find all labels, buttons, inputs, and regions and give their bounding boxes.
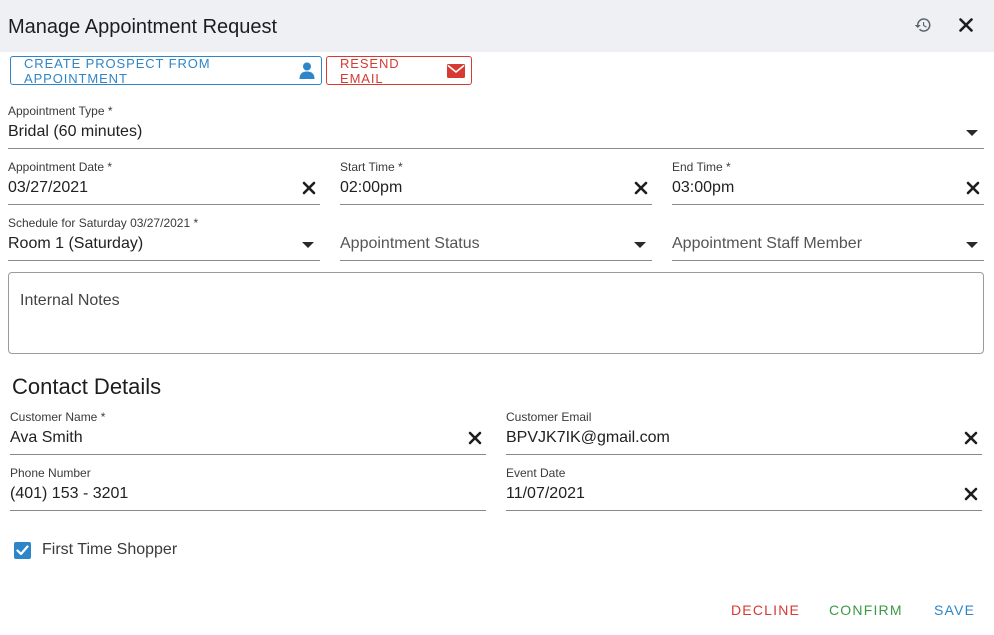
customer-email-field[interactable]: Customer Email BPVJK7IK@gmail.com: [506, 410, 982, 455]
clear-icon[interactable]: [964, 431, 978, 445]
schedule-select[interactable]: Schedule for Saturday 03/27/2021 * Room …: [8, 216, 320, 261]
create-prospect-label: CREATE PROSPECT FROM APPOINTMENT: [24, 55, 211, 86]
save-button[interactable]: SAVE: [934, 602, 975, 618]
staff-member-placeholder: Appointment Staff Member: [672, 235, 863, 252]
customer-name-field[interactable]: Customer Name * Ava Smith: [10, 410, 486, 455]
dialog-title: Manage Appointment Request: [8, 16, 278, 38]
customer-email-value: BPVJK7IK@gmail.com: [506, 429, 670, 446]
appointment-status-select[interactable]: Appointment Status: [340, 216, 652, 261]
first-time-shopper-label[interactable]: First Time Shopper: [42, 541, 177, 559]
end-time-field[interactable]: End Time * 03:00pm: [672, 160, 984, 205]
resend-email-button[interactable]: RESEND EMAIL: [326, 55, 472, 86]
envelope-icon: [447, 63, 465, 78]
end-time-label: End Time *: [672, 160, 731, 174]
appointment-status-placeholder: Appointment Status: [340, 235, 480, 252]
dialog-header: Manage Appointment Request: [0, 0, 994, 52]
chevron-down-icon[interactable]: [966, 242, 978, 248]
resend-email-label: RESEND EMAIL: [340, 55, 400, 86]
chevron-down-icon[interactable]: [302, 242, 314, 248]
clear-icon[interactable]: [634, 181, 648, 195]
event-date-label: Event Date: [506, 466, 566, 480]
appointment-date-value: 03/27/2021: [8, 179, 89, 196]
appointment-date-field[interactable]: Appointment Date * 03/27/2021: [8, 160, 320, 205]
phone-number-label: Phone Number: [10, 466, 91, 480]
event-date-field[interactable]: Event Date 11/07/2021: [506, 466, 982, 511]
history-icon[interactable]: [912, 14, 934, 36]
event-date-value: 11/07/2021: [506, 485, 585, 502]
end-time-value: 03:00pm: [672, 179, 735, 196]
clear-icon[interactable]: [468, 431, 482, 445]
create-prospect-button[interactable]: CREATE PROSPECT FROM APPOINTMENT: [10, 55, 322, 86]
phone-number-field[interactable]: Phone Number (401) 153 - 3201: [10, 466, 486, 511]
decline-button[interactable]: DECLINE: [731, 602, 800, 618]
start-time-value: 02:00pm: [340, 179, 403, 196]
appointment-type-value: Bridal (60 minutes): [8, 123, 143, 140]
internal-notes-textarea[interactable]: Internal Notes: [8, 272, 984, 354]
chevron-down-icon[interactable]: [966, 130, 978, 136]
appointment-date-label: Appointment Date *: [8, 160, 113, 174]
clear-icon[interactable]: [302, 181, 316, 195]
close-icon[interactable]: [955, 14, 977, 36]
chevron-down-icon[interactable]: [634, 242, 646, 248]
phone-number-value: (401) 153 - 3201: [10, 485, 129, 502]
staff-member-select[interactable]: Appointment Staff Member: [672, 216, 984, 261]
clear-icon[interactable]: [964, 487, 978, 501]
schedule-value: Room 1 (Saturday): [8, 235, 144, 252]
customer-email-label: Customer Email: [506, 410, 592, 424]
customer-name-value: Ava Smith: [10, 429, 83, 446]
customer-name-label: Customer Name *: [10, 410, 106, 424]
schedule-label: Schedule for Saturday 03/27/2021 *: [8, 216, 199, 230]
appointment-type-select[interactable]: Appointment Type * Bridal (60 minutes): [8, 104, 984, 149]
confirm-button[interactable]: CONFIRM: [829, 602, 903, 618]
internal-notes-placeholder: Internal Notes: [20, 292, 120, 309]
start-time-label: Start Time *: [340, 160, 403, 174]
appointment-type-label: Appointment Type *: [8, 104, 113, 118]
start-time-field[interactable]: Start Time * 02:00pm: [340, 160, 652, 205]
person-icon: [299, 62, 315, 79]
checkmark-icon: [16, 545, 29, 556]
contact-details-title: Contact Details: [12, 374, 162, 399]
first-time-shopper-checkbox[interactable]: [14, 542, 31, 559]
clear-icon[interactable]: [966, 181, 980, 195]
